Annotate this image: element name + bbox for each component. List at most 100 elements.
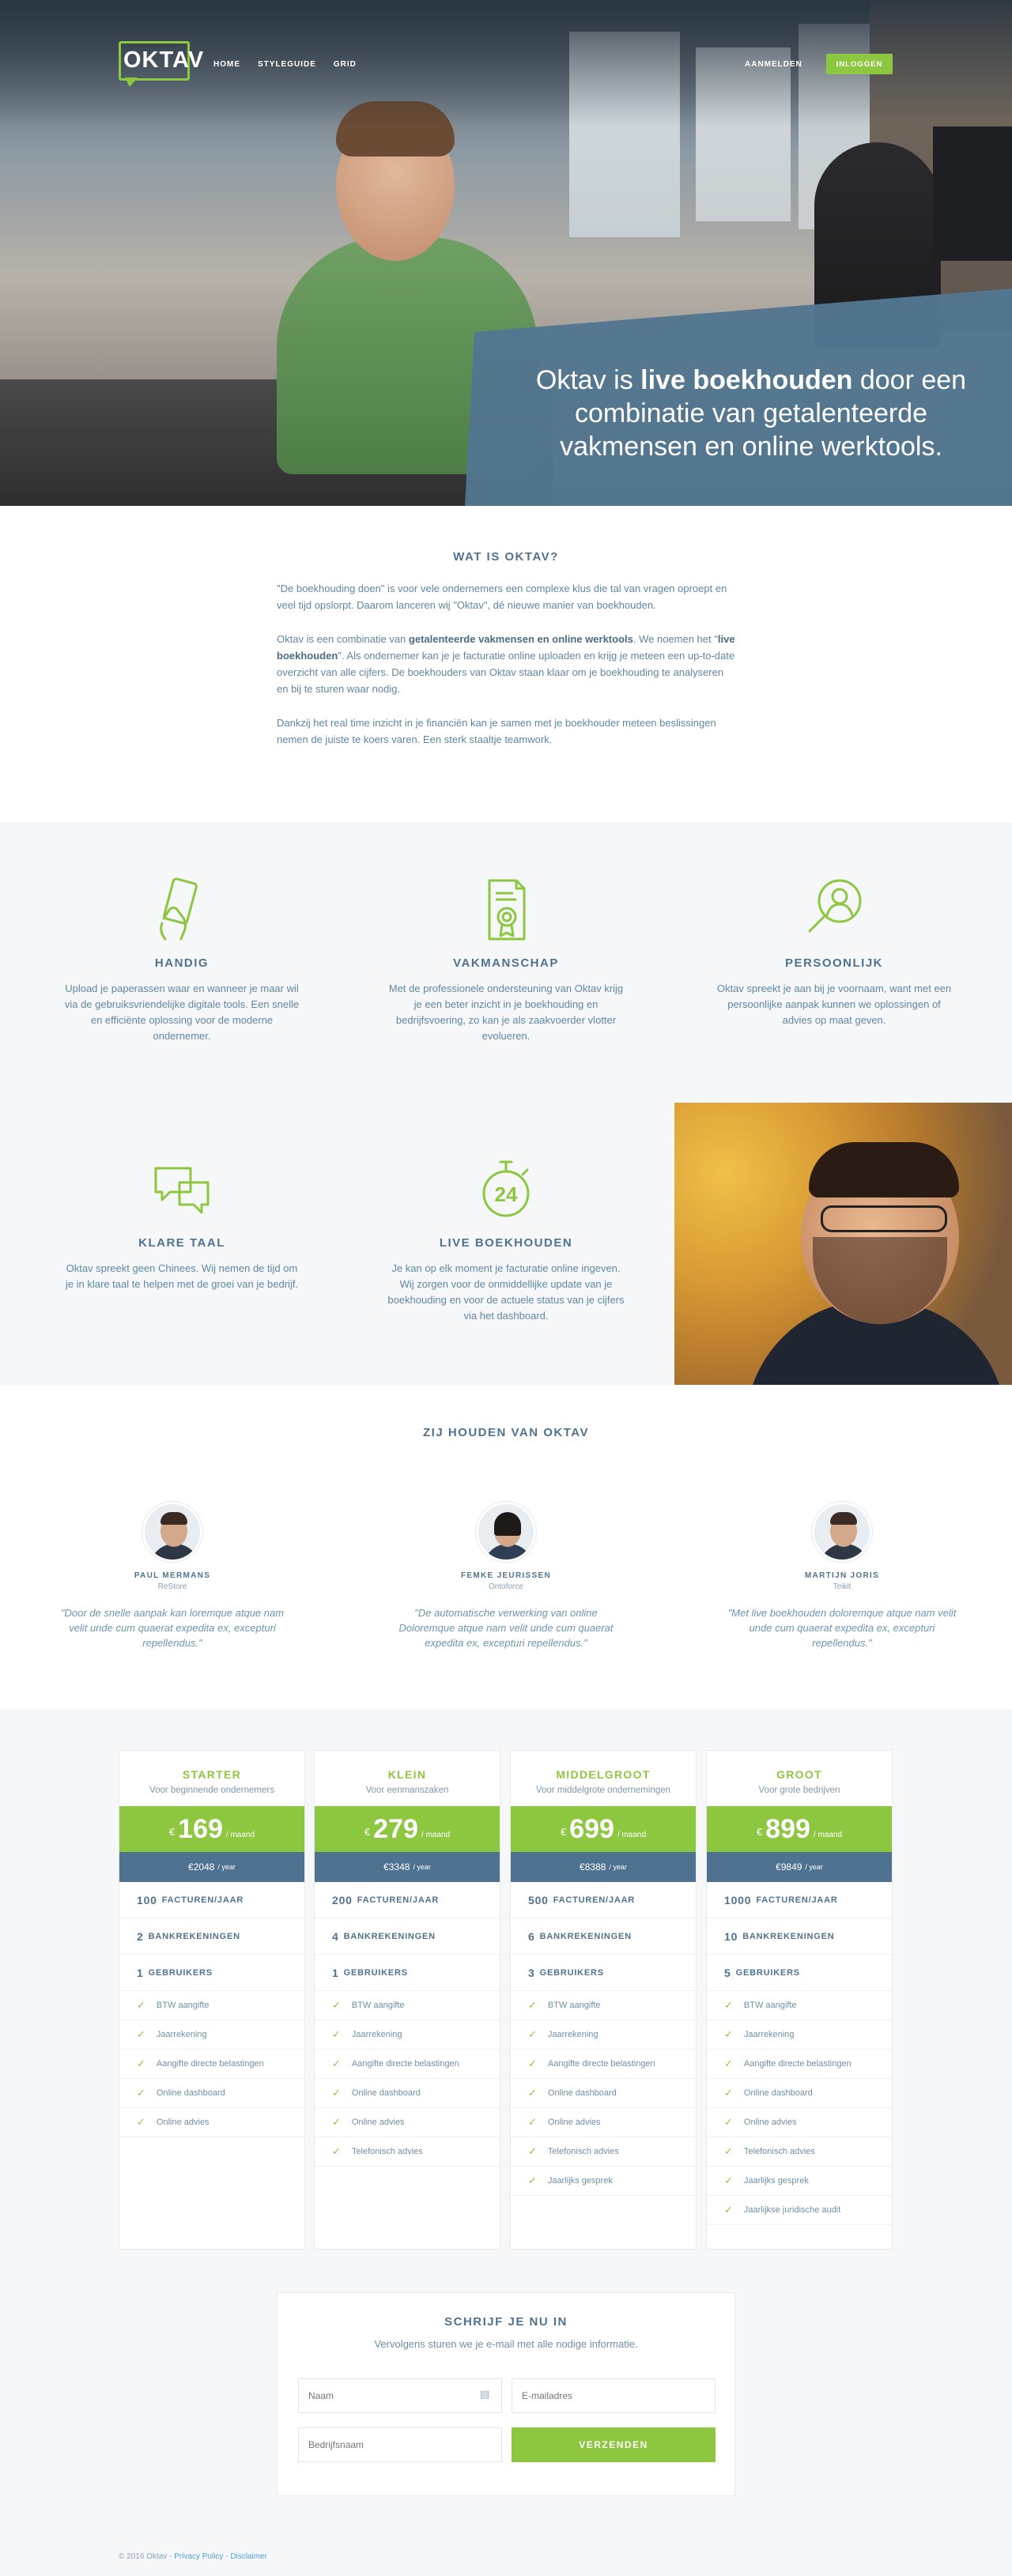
- plan-bankrekeningen: 10 BANKREKENINGEN: [707, 1918, 892, 1955]
- check-icon: ✓: [528, 2174, 537, 2186]
- check-icon: ✓: [528, 2057, 537, 2069]
- plan-facturen: 100 FACTUREN/JAAR: [119, 1882, 304, 1918]
- testimonial-name: FEMKE JEURISSEN: [461, 1571, 551, 1580]
- plan-feature: ✓ Jaarrekening: [119, 2020, 304, 2050]
- aanmelden-link[interactable]: AANMELDEN: [745, 60, 802, 69]
- what-is-section: WAT IS OKTAV? "De boekhouding doen" is v…: [0, 506, 1012, 822]
- feature-vakmanschap: VAKMANSCHAP Met de professionele onderst…: [387, 874, 625, 1044]
- feature-desc: Oktav spreekt geen Chinees. Wij nemen de…: [65, 1262, 299, 1290]
- check-icon: ✓: [724, 1999, 733, 2011]
- plan-feature: ✓ Online advies: [707, 2108, 892, 2137]
- phone-hand-icon: [146, 874, 217, 945]
- check-icon: ✓: [724, 2174, 733, 2186]
- plan-feature: ✓ Aangifte directe belastingen: [707, 2050, 892, 2079]
- plan-gebruikers: 3 GEBRUIKERS: [511, 1955, 696, 1991]
- plan-facturen: 500 FACTUREN/JAAR: [511, 1882, 696, 1918]
- check-icon: ✓: [137, 2028, 145, 2040]
- plan-year-price: €3348/ year: [315, 1852, 500, 1882]
- plan-facturen: 200 FACTUREN/JAAR: [315, 1882, 500, 1918]
- avatar: [476, 1502, 536, 1562]
- plan-feature: ✓ Online advies: [315, 2108, 500, 2137]
- check-icon: ✓: [724, 2028, 733, 2040]
- plan-gebruikers: 5 GEBRUIKERS: [707, 1955, 892, 1991]
- hero: Oktav is live boekhouden door een combin…: [0, 0, 1012, 506]
- name-input[interactable]: [298, 2378, 502, 2413]
- feature-persoonlijk: PERSOONLIJK Oktav spreekt je aan bij je …: [716, 874, 953, 1028]
- hero-tagline: Oktav is live boekhouden door een combin…: [535, 365, 967, 462]
- testimonials-title: ZIJ HOUDEN VAN OKTAV: [422, 1426, 589, 1439]
- signup-title: SCHRIJF JE NU IN: [444, 2315, 568, 2329]
- feature-title: VAKMANSCHAP: [453, 956, 559, 970]
- what-is-paragraph-1: "De boekhouding doen" is voor vele onder…: [277, 583, 727, 611]
- plan-feature: ✓ BTW aangifte: [511, 1991, 696, 2020]
- plan-feature: ✓ Online advies: [119, 2108, 304, 2137]
- plan-bankrekeningen: 2 BANKREKENINGEN: [119, 1918, 304, 1955]
- testimonial-name: MARTIJN JORIS: [804, 1571, 880, 1580]
- feature-desc: Oktav spreekt je aan bij je voornaam, wa…: [716, 983, 952, 1026]
- plan-feature: ✓ Aangifte directe belastingen: [315, 2050, 500, 2079]
- plan-feature: ✓ Online dashboard: [511, 2079, 696, 2108]
- features-section: HANDIG Upload je paperassen waar en wann…: [0, 822, 1012, 1385]
- check-icon: ✓: [724, 2057, 733, 2069]
- plan-feature: ✓ Telefonisch advies: [707, 2137, 892, 2167]
- testimonials-section: ZIJ HOUDEN VAN OKTAV PAUL MERMANS ReStor…: [0, 1385, 1012, 1709]
- pricing-card-middelgroot: MIDDELGROOT Voor middelgrote onderneminge…: [510, 1750, 697, 2250]
- feature-klare-taal: KLARE TAAL Oktav spreekt geen Chinees. W…: [63, 1154, 300, 1292]
- plan-subtitle: Voor eenmanszaken: [365, 1786, 449, 1795]
- send-button[interactable]: VERZENDEN: [512, 2427, 716, 2462]
- plan-feature: ✓ Jaarrekening: [511, 2020, 696, 2050]
- check-icon: ✓: [528, 2028, 537, 2040]
- plan-feature: ✓ Telefonisch advies: [511, 2137, 696, 2167]
- feature-title: PERSOONLIJK: [784, 956, 884, 970]
- testimonial-quote: "De automatische verwerking van online D…: [398, 1607, 614, 1649]
- plan-feature: ✓ Jaarrekening: [707, 2020, 892, 2050]
- check-icon: ✓: [332, 2057, 341, 2069]
- plan-feature: ✓ BTW aangifte: [707, 1991, 892, 2020]
- pricing-card-groot: GROOT Voor grote bedrijven €899/ maand €984…: [706, 1750, 893, 2250]
- feature-handig: HANDIG Upload je paperassen waar en wann…: [63, 874, 300, 1044]
- footer: © 2016 Oktav - Privacy Policy - Disclaim…: [119, 2552, 267, 2561]
- plan-feature: ✓ Online dashboard: [119, 2079, 304, 2108]
- page: Oktav is live boekhouden door een combin…: [0, 0, 1012, 2576]
- plan-subtitle: Voor middelgrote ondernemingen: [535, 1786, 671, 1795]
- plan-feature: ✓ Online advies: [511, 2108, 696, 2137]
- testimonial-quote: "Met live boekhouden doloremque atque na…: [727, 1607, 957, 1649]
- check-icon: ✓: [528, 2087, 537, 2099]
- plan-feature: ✓ Online dashboard: [315, 2079, 500, 2108]
- oktav-logo[interactable]: OKTAV: [119, 41, 203, 87]
- testimonial-company: Ontoforce: [489, 1582, 523, 1591]
- feature-title: HANDIG: [154, 956, 210, 970]
- company-input[interactable]: [298, 2427, 502, 2462]
- nav-grid[interactable]: GRID: [334, 60, 357, 69]
- top-nav: OKTAV HOME STYLEGUIDE GRID AANMELDEN INL…: [0, 0, 1012, 95]
- nav-styleguide[interactable]: STYLEGUIDE: [258, 60, 316, 69]
- feature-desc: Upload je paperassen waar en wanneer je …: [64, 983, 300, 1042]
- inloggen-button[interactable]: INLOGGEN: [826, 54, 893, 74]
- privacy-link[interactable]: Privacy Policy: [174, 2552, 223, 2561]
- feature-live-boekhouden: 24 LIVE BOEKHOUDEN Je kan op elk moment …: [387, 1154, 625, 1324]
- testimonial-company: Teikit: [833, 1582, 852, 1591]
- stopwatch-24-icon: 24: [470, 1154, 542, 1225]
- check-icon: ✓: [332, 2087, 341, 2099]
- testimonial-quote: "Door de snelle aanpak kan loremque atqu…: [60, 1607, 285, 1649]
- plan-feature: ✓ Telefonisch advies: [315, 2137, 500, 2167]
- signup-form: SCHRIJF JE NU IN Vervolgens sturen we je…: [277, 2292, 735, 2496]
- disclaimer-link[interactable]: Disclaimer: [230, 2552, 267, 2561]
- plan-bankrekeningen: 6 BANKREKENINGEN: [511, 1918, 696, 1955]
- main-menu: HOME STYLEGUIDE GRID: [213, 60, 357, 69]
- certificate-icon: [470, 874, 542, 945]
- plan-subtitle: Voor grote bedrijven: [758, 1786, 840, 1795]
- email-input[interactable]: [512, 2378, 716, 2413]
- check-icon: ✓: [724, 2204, 733, 2216]
- check-icon: ✓: [332, 1999, 341, 2011]
- what-is-paragraph-3: Dankzij het real time inzicht in je fina…: [277, 717, 716, 745]
- nav-home[interactable]: HOME: [213, 60, 240, 69]
- plan-feature: ✓ Jaarlijks gesprek: [511, 2167, 696, 2196]
- testimonial-card: MARTIJN JORIS Teikit "Met live boekhoude…: [723, 1502, 961, 1650]
- plan-subtitle: Voor beginnende ondernemers: [149, 1786, 274, 1795]
- plan-name: GROOT: [776, 1768, 822, 1781]
- feature-desc: Je kan op elk moment je facturatie onlin…: [387, 1262, 625, 1322]
- testimonial-company: ReStore: [157, 1582, 187, 1591]
- plan-year-price: €9849/ year: [707, 1852, 892, 1882]
- check-icon: ✓: [332, 2028, 341, 2040]
